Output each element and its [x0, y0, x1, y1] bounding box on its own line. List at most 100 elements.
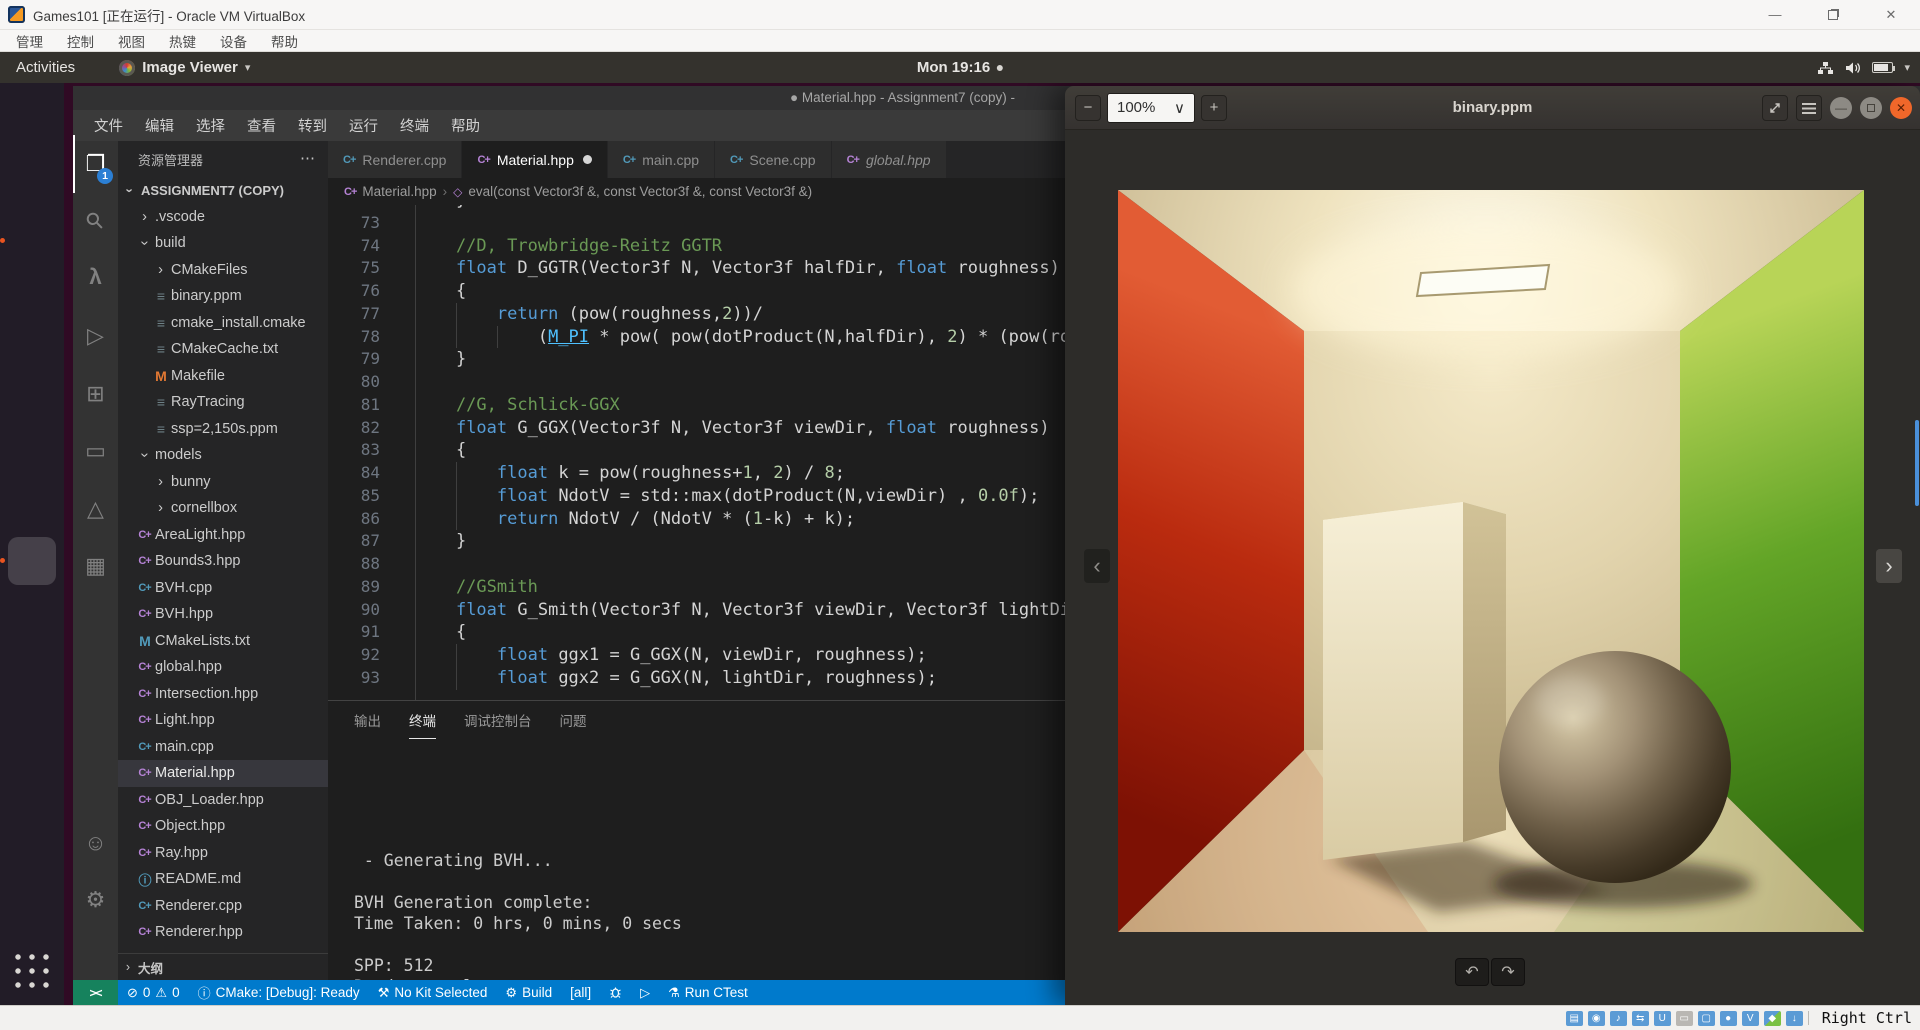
vbox-menu-item[interactable]: 热键 [157, 31, 208, 51]
vbox-menu-item[interactable]: 视图 [106, 31, 157, 51]
tree-item[interactable]: BVH.hpp [118, 601, 328, 628]
tree-item[interactable]: main.cpp [118, 734, 328, 761]
vscode-menu-item[interactable]: 转到 [287, 115, 338, 136]
keyboard-capture-icon[interactable]: ↓ [1785, 1010, 1803, 1026]
launch-button[interactable]: ▷ [631, 985, 659, 1001]
rotate-left-button[interactable]: ↶ [1455, 958, 1489, 986]
vbox-menu-item[interactable]: 管理 [4, 31, 55, 51]
virtualbox-menu-icon[interactable]: V [1741, 1010, 1759, 1026]
tree-item[interactable]: bunny [118, 469, 328, 496]
tree-item[interactable]: Object.hpp [118, 813, 328, 840]
sublime-text-icon[interactable] [8, 281, 56, 329]
dirty-dot-icon[interactable] [582, 155, 592, 164]
remote-explorer-icon[interactable] [73, 423, 118, 481]
tree-item[interactable]: Bounds3.hpp [118, 548, 328, 575]
tree-item[interactable]: cmake_install.cmake [118, 310, 328, 337]
panel-tab[interactable]: 调试控制台 [464, 701, 532, 739]
tree-item[interactable]: Makefile [118, 363, 328, 390]
settings-gear-icon[interactable] [73, 871, 118, 928]
tree-item[interactable]: Ray.hpp [118, 840, 328, 867]
activities-button[interactable]: Activities [0, 59, 91, 76]
run-ctest-button[interactable]: ⚗ Run CTest [659, 985, 757, 1001]
app-menu-button[interactable]: Image Viewer ▾ [119, 59, 250, 76]
run-debug-icon[interactable] [73, 308, 118, 366]
minimize-button[interactable]: — [1830, 97, 1852, 119]
tree-item[interactable]: models [118, 442, 328, 469]
zoom-level-select[interactable]: 100% ∨ [1107, 92, 1195, 123]
vscode-menu-item[interactable]: 运行 [338, 115, 389, 136]
vscode-menu-item[interactable]: 终端 [389, 115, 440, 136]
clock-button[interactable]: Mon 19:16 [917, 52, 1004, 83]
mouse-integration-icon[interactable]: ◆ [1763, 1010, 1781, 1026]
usb-icon[interactable]: U [1653, 1010, 1671, 1026]
tree-item[interactable]: Renderer.cpp [118, 893, 328, 920]
system-tray[interactable]: ▾ [1817, 52, 1910, 83]
vscode-icon[interactable] [0, 217, 56, 265]
network-icon[interactable]: ⇆ [1631, 1010, 1649, 1026]
close-button[interactable]: ✕ [1862, 0, 1920, 29]
scrollbar-sliver[interactable] [1915, 420, 1919, 506]
source-control-icon[interactable] [73, 250, 118, 308]
explorer-icon[interactable]: 1 [73, 135, 118, 193]
editor-tab[interactable]: Renderer.cpp [328, 141, 463, 178]
recording-icon[interactable]: ● [1719, 1010, 1737, 1026]
vbox-menu-item[interactable]: 帮助 [259, 31, 310, 51]
tree-item[interactable]: README.md [118, 866, 328, 893]
previous-image-button[interactable]: ‹ [1084, 549, 1110, 583]
image-viewer-icon[interactable] [0, 537, 56, 585]
build-target-button[interactable]: [all] [561, 985, 600, 1000]
search-icon[interactable] [73, 193, 118, 251]
panel-tab[interactable]: 问题 [560, 701, 587, 739]
help-icon[interactable] [8, 409, 56, 457]
maximize-button[interactable] [1804, 0, 1862, 29]
tree-item[interactable]: RayTracing [118, 389, 328, 416]
document-app-icon[interactable] [8, 153, 56, 201]
tree-item[interactable]: .vscode [118, 204, 328, 231]
harddisk-icon[interactable]: ▤ [1565, 1010, 1583, 1026]
menu-button[interactable] [1796, 95, 1822, 121]
zoom-out-button[interactable]: − [1075, 94, 1101, 121]
tree-item[interactable]: OBJ_Loader.hpp [118, 787, 328, 814]
editor-tab[interactable]: main.cpp [607, 141, 716, 178]
outline-section[interactable]: › 大纲 [118, 953, 328, 980]
shared-folders-icon[interactable]: ▭ [1675, 1010, 1693, 1026]
panel-tab[interactable]: 输出 [354, 701, 381, 739]
vscode-menu-item[interactable]: 查看 [236, 115, 287, 136]
optical-disc-icon[interactable]: ◉ [1587, 1010, 1605, 1026]
rotate-right-button[interactable]: ↷ [1491, 958, 1525, 986]
editor-tab[interactable]: Scene.cpp [715, 141, 832, 178]
tree-item[interactable]: cornellbox [118, 495, 328, 522]
tree-item[interactable]: binary.ppm [118, 283, 328, 310]
cmake-icon[interactable] [73, 480, 118, 538]
vscode-menu-item[interactable]: 选择 [185, 115, 236, 136]
tree-item[interactable]: Intersection.hpp [118, 681, 328, 708]
tree-item[interactable]: CMakeLists.txt [118, 628, 328, 655]
more-actions-icon[interactable]: ⋯ [300, 149, 316, 167]
vscode-menu-item[interactable]: 编辑 [134, 115, 185, 136]
build-button[interactable]: ⚙ Build [496, 985, 561, 1001]
tree-item[interactable]: build [118, 230, 328, 257]
extensions-icon[interactable] [73, 365, 118, 423]
vscode-menu-item[interactable]: 文件 [83, 115, 134, 136]
tree-item[interactable]: BVH.cpp [118, 575, 328, 602]
problems-status[interactable]: ⊘ 0 ⚠ 0 [118, 985, 189, 1001]
tree-item[interactable]: ASSIGNMENT7 (COPY) [118, 177, 328, 204]
tree-item[interactable]: Renderer.hpp [118, 919, 328, 946]
panel-tab[interactable]: 终端 [409, 701, 436, 739]
tree-item[interactable]: ssp=2,150s.ppm [118, 416, 328, 443]
editor-tab[interactable]: global.hpp [831, 141, 947, 178]
tree-item[interactable]: Light.hpp [118, 707, 328, 734]
maximize-button[interactable] [1860, 97, 1882, 119]
zoom-in-button[interactable]: + [1201, 94, 1227, 121]
kit-selection-button[interactable]: ⚒ No Kit Selected [369, 985, 497, 1001]
fullscreen-button[interactable] [1762, 95, 1788, 121]
editor-tab[interactable]: Material.hpp [462, 141, 608, 178]
vbox-menu-item[interactable]: 控制 [55, 31, 106, 51]
audio-icon[interactable]: ♪ [1609, 1010, 1627, 1026]
vbox-menu-item[interactable]: 设备 [208, 31, 259, 51]
firefox-icon[interactable] [8, 89, 56, 137]
software-store-icon[interactable] [8, 345, 56, 393]
tree-item[interactable]: CMakeCache.txt [118, 336, 328, 363]
tree-item[interactable]: global.hpp [118, 654, 328, 681]
minimize-button[interactable]: — [1746, 0, 1804, 29]
